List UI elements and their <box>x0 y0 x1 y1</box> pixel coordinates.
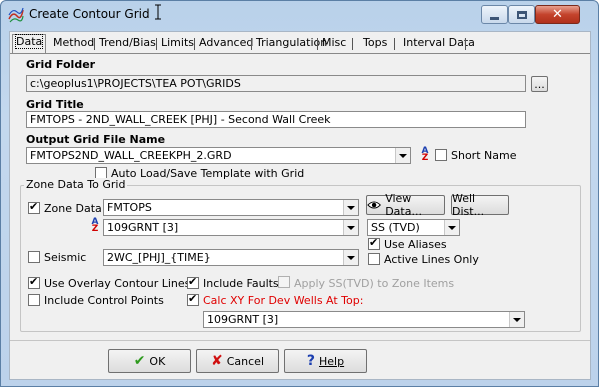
calc-xy-checkbox[interactable] <box>187 292 199 306</box>
auto-load-label: Auto Load/Save Template with Grid <box>111 167 305 180</box>
tab-interval-data[interactable]: Interval Data <box>400 36 478 52</box>
tab-separator <box>317 38 318 50</box>
cancel-label: Cancel <box>226 354 264 368</box>
tab-misc[interactable]: Misc <box>319 36 349 52</box>
chevron-down-icon <box>513 317 521 322</box>
tab-limits[interactable]: Limits <box>158 36 197 52</box>
grid-folder-label: Grid Folder <box>26 58 96 71</box>
x-icon: ✘ <box>211 353 223 369</box>
checkmark-icon: ✔ <box>133 353 146 369</box>
ok-label: OK <box>149 354 166 368</box>
calc-xy-value: 109GRNT [3] <box>207 313 279 326</box>
maximize-icon <box>516 10 527 19</box>
zone-data-group-title: Zone Data To Grid <box>24 178 128 191</box>
control-points-checkbox[interactable] <box>28 294 40 306</box>
tab-separator <box>394 38 395 50</box>
tab-trend-bias[interactable]: Trend/Bias <box>96 36 159 52</box>
seismic-combo[interactable]: 2WC_[PHJ]_{TIME} <box>103 249 359 266</box>
grid-folder-field[interactable]: c:\geoplus1\PROJECTS\TEA POT\GRIDS <box>26 75 526 92</box>
calc-xy-label: Calc XY For Dev Wells At Top: <box>203 294 364 307</box>
use-aliases-checkbox[interactable] <box>368 236 380 250</box>
sort-az-icon[interactable]: AZ <box>418 147 432 163</box>
horizon-dropdown-button[interactable] <box>343 220 358 235</box>
calc-xy-combo[interactable]: 109GRNT [3] <box>203 311 525 328</box>
apply-ss-checkbox[interactable] <box>278 276 290 288</box>
tab-separator <box>94 38 95 50</box>
dialog-window: Create Contour Grid ✕ Data Method Trend/… <box>0 0 599 387</box>
short-name-checkbox[interactable] <box>435 149 447 161</box>
close-icon: ✕ <box>552 7 563 22</box>
apply-ss-label: Apply SS(TVD) to Zone Items <box>294 277 455 290</box>
chevron-down-icon <box>399 153 407 158</box>
chevron-down-icon <box>448 225 456 230</box>
seismic-label: Seismic <box>44 251 87 264</box>
zone-data-checkbox[interactable] <box>28 200 40 214</box>
include-faults-checkbox[interactable] <box>187 275 199 289</box>
grid-title-label: Grid Title <box>26 98 84 111</box>
chevron-down-icon <box>347 255 355 260</box>
tab-label: Data <box>14 34 44 49</box>
view-data-label: View Data... <box>385 192 422 218</box>
active-lines-label: Active Lines Only <box>384 253 479 266</box>
footer-divider <box>10 340 590 341</box>
overlay-contour-checkbox[interactable] <box>28 275 40 289</box>
use-aliases-label: Use Aliases <box>384 238 447 251</box>
ss-tvd-value: SS (TVD) <box>371 221 420 234</box>
ibeam-cursor-icon <box>155 4 161 20</box>
sort-az-icon[interactable]: AZ <box>88 218 102 234</box>
minimize-icon <box>490 16 499 20</box>
output-grid-label: Output Grid File Name <box>26 133 166 146</box>
maximize-button[interactable] <box>508 5 535 24</box>
short-name-label: Short Name <box>451 149 517 162</box>
tab-separator <box>251 38 252 50</box>
calc-xy-dropdown-button[interactable] <box>509 312 524 327</box>
help-button[interactable]: ? Help <box>284 349 367 373</box>
include-faults-label: Include Faults <box>203 277 279 290</box>
zone-data-label: Zone Data <box>44 202 102 215</box>
question-icon: ? <box>306 353 316 369</box>
seismic-value: 2WC_[PHJ]_{TIME} <box>107 251 211 264</box>
cancel-button[interactable]: ✘ Cancel <box>196 349 279 373</box>
grid-folder-browse-button[interactable]: ... <box>531 76 548 92</box>
app-icon <box>8 7 24 23</box>
tab-separator <box>194 38 195 50</box>
ok-button[interactable]: ✔ OK <box>108 349 191 373</box>
view-data-button[interactable]: View Data... <box>366 192 445 218</box>
seismic-checkbox[interactable] <box>28 251 40 263</box>
well-dist-button[interactable]: Well Dist... <box>451 192 509 218</box>
help-label: Help <box>319 354 345 368</box>
horizon-combo[interactable]: 109GRNT [3] <box>103 219 359 236</box>
ss-tvd-combo[interactable]: SS (TVD) <box>367 219 460 236</box>
tab-tops[interactable]: Tops <box>360 36 390 52</box>
tab-data[interactable]: Data <box>12 34 47 53</box>
zone-data-combo[interactable]: FMTOPS <box>103 199 359 216</box>
eye-icon <box>367 201 381 209</box>
tab-advanced[interactable]: Advanced <box>196 36 256 52</box>
control-points-label: Include Control Points <box>44 294 164 307</box>
seismic-dropdown-button[interactable] <box>343 250 358 265</box>
zone-data-dropdown-button[interactable] <box>343 200 358 215</box>
tab-divider <box>10 53 590 54</box>
dialog-client-area: Data Method Trend/Bias Limits Advanced T… <box>9 31 591 380</box>
tab-separator <box>465 38 466 50</box>
active-lines-checkbox[interactable] <box>368 253 380 265</box>
overlay-contour-label: Use Overlay Contour Lines <box>44 277 191 290</box>
close-button[interactable]: ✕ <box>535 5 580 24</box>
tab-method[interactable]: Method <box>50 36 97 52</box>
output-grid-value: FMTOPS2ND_WALL_CREEKPH_2.GRD <box>30 149 232 162</box>
ss-tvd-dropdown-button[interactable] <box>444 220 459 235</box>
horizon-value: 109GRNT [3] <box>107 221 179 234</box>
output-grid-combo[interactable]: FMTOPS2ND_WALL_CREEKPH_2.GRD <box>26 147 411 164</box>
tab-bar: Data Method Trend/Bias Limits Advanced T… <box>10 34 590 54</box>
minimize-button[interactable] <box>481 5 508 24</box>
chevron-down-icon <box>347 225 355 230</box>
tab-separator <box>352 38 353 50</box>
title-bar[interactable]: Create Contour Grid ✕ <box>1 1 598 27</box>
grid-title-input[interactable]: FMTOPS - 2ND_WALL_CREEK [PHJ] - Second W… <box>26 111 526 128</box>
chevron-down-icon <box>347 205 355 210</box>
zone-data-value: FMTOPS <box>107 201 152 214</box>
tab-separator <box>156 38 157 50</box>
window-title: Create Contour Grid <box>29 7 150 21</box>
output-grid-dropdown-button[interactable] <box>395 148 410 163</box>
